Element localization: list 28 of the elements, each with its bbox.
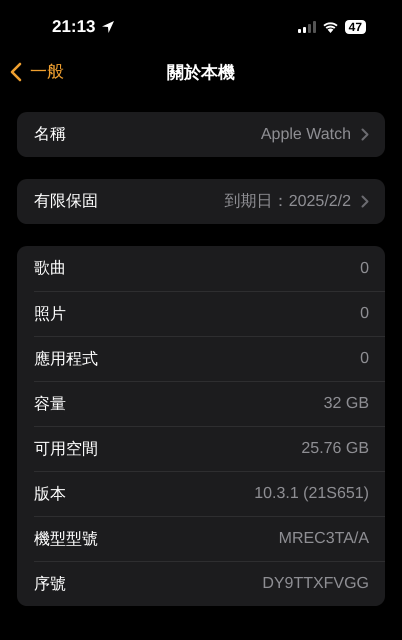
page-title: 關於本機 (167, 62, 235, 84)
row-label: 照片 (34, 304, 67, 324)
back-button[interactable]: 一般 (8, 58, 66, 85)
row-value: 到期日：2025/2/2 (224, 192, 351, 212)
row-value: 0 (360, 305, 369, 323)
row-label: 版本 (34, 484, 67, 504)
row-label: 機型型號 (34, 528, 99, 550)
row-value: Apple Watch (260, 126, 351, 144)
row-label: 名稱 (34, 124, 67, 145)
row-value: 32 GB (324, 395, 369, 413)
chevron-left-icon (10, 62, 22, 82)
row-label: 應用程式 (34, 348, 99, 370)
row-label: 有限保固 (34, 191, 99, 212)
status-time: 21:13 (52, 17, 96, 37)
row-label: 歌曲 (34, 258, 67, 279)
row-value: 0 (360, 350, 369, 368)
battery-level: 47 (344, 20, 366, 34)
row-value: MREC3TA/A (278, 530, 369, 548)
row-label: 容量 (34, 394, 67, 414)
signal-icon (298, 21, 316, 33)
row-label: 可用空間 (34, 438, 99, 460)
row-value: 25.76 GB (301, 440, 369, 458)
row-value: DY9TTXFVGG (262, 575, 369, 593)
row-value: 0 (360, 260, 369, 278)
row-label: 序號 (34, 574, 67, 594)
row-value: 10.3.1 (21S651) (254, 485, 369, 503)
location-arrow-icon (101, 20, 116, 34)
wifi-icon (322, 21, 339, 33)
